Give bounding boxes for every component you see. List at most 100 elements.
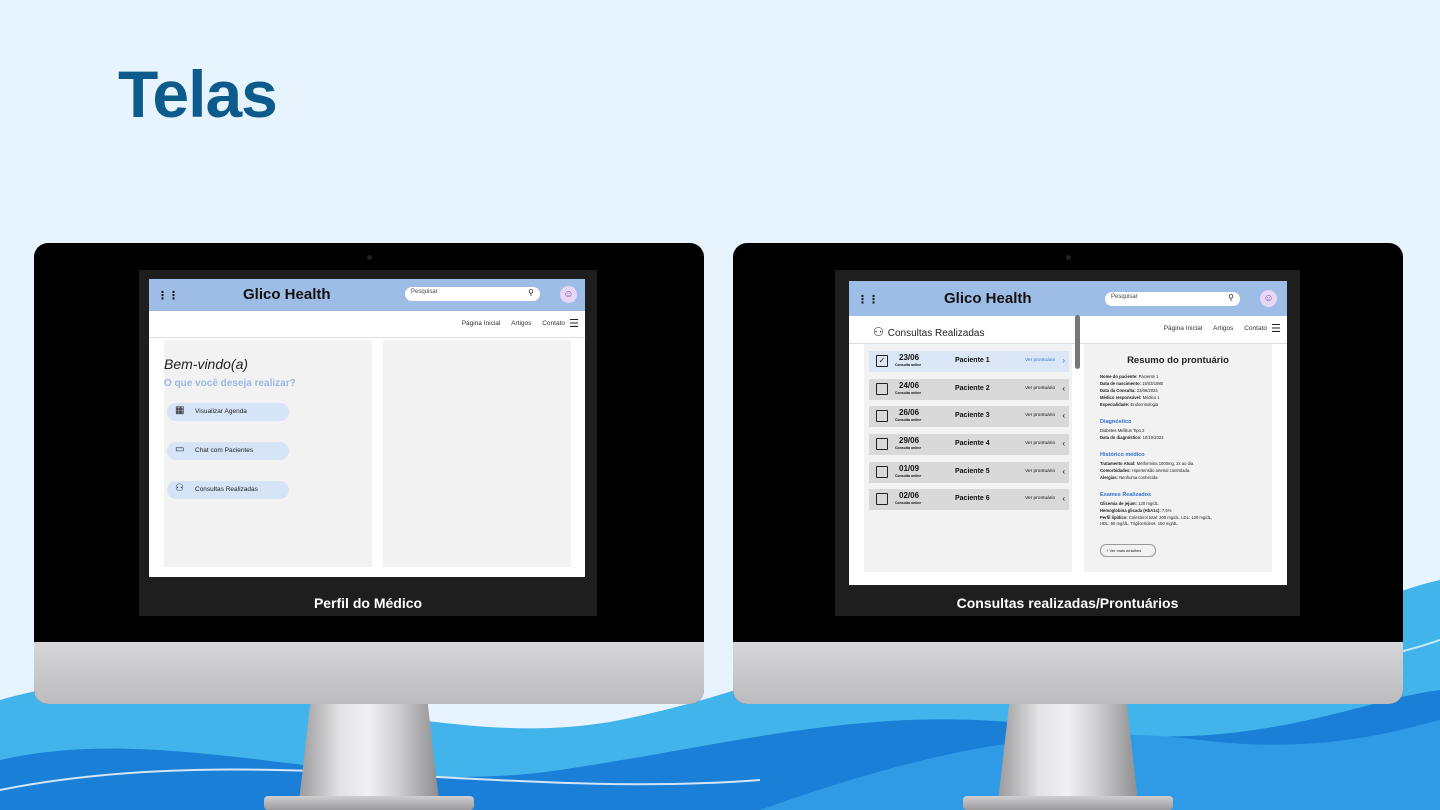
consultation-row[interactable]: 24/06 Consulta online Paciente 2 Ver pro… (869, 379, 1069, 400)
exam-line: Perfil lipídico: Colesterol total: 200 m… (1100, 515, 1213, 526)
search-icon: ⚲ (528, 288, 534, 297)
checkbox-icon[interactable] (876, 438, 888, 450)
consultation-row[interactable]: 01/09 Consulta online Paciente 5 Ver pro… (869, 462, 1069, 483)
patient-name: Paciente 4 (955, 440, 990, 447)
camera-dot (367, 255, 372, 260)
right-panel (383, 340, 571, 567)
page-heading-label: Consultas Realizadas (887, 328, 985, 339)
consultation-type: Consulta online (895, 474, 922, 478)
summary-info-line: Médico responsável: Médico 1 (1100, 395, 1160, 400)
view-record-link[interactable]: Ver prontuário (1025, 469, 1055, 474)
view-record-link[interactable]: Ver prontuário (1025, 441, 1055, 446)
consultation-row[interactable]: 26/06 Consulta online Paciente 3 Ver pro… (869, 406, 1069, 427)
checkbox-checked-icon[interactable]: ✓ (876, 355, 888, 367)
consultation-type: Consulta online (895, 418, 922, 422)
nav-link-articles[interactable]: Artigos (511, 320, 531, 327)
consultation-type: Consulta online (895, 501, 922, 505)
screen-caption: Consultas realizadas/Prontuários (956, 595, 1179, 611)
nav-bar: ⚇ Consultas Realizadas Página Inicial Art… (849, 316, 1287, 344)
screen-caption: Perfil do Médico (313, 595, 423, 611)
checkbox-icon[interactable] (876, 410, 888, 422)
summary-info-line: Data de nascimento: 15/03/1980 (1100, 381, 1164, 386)
top-bar: ⋮⋮ Glico Health Pesquisar ⚲ ☺ (149, 279, 585, 311)
brand-title: Glico Health (944, 290, 1032, 307)
monitor-stand (998, 704, 1138, 802)
monitor-base (264, 796, 474, 810)
view-schedule-label: Visualizar Agenda (195, 408, 247, 415)
see-more-details-button[interactable]: + Ver mais detalhes (1100, 544, 1156, 557)
chevron-left-icon: ‹ (1062, 384, 1065, 393)
scrollbar[interactable] (1075, 315, 1080, 369)
calendar-icon: ▦ (175, 405, 185, 416)
completed-consultations-button[interactable]: ⚇ Consultas Realizadas (167, 481, 289, 499)
monitor-chin (733, 642, 1403, 704)
summary-info-line: Data da Consulta: 23/06/2024 (1100, 388, 1158, 393)
history-line: Tratamento Atual: Metformina 1000mg, 2x … (1100, 461, 1195, 466)
consultation-date: 24/06 (899, 381, 920, 390)
patient-name: Paciente 3 (955, 412, 990, 419)
search-input[interactable]: Pesquisar ⚲ (1105, 292, 1240, 306)
chevron-left-icon: ‹ (1062, 494, 1065, 503)
patient-name: Paciente 2 (955, 385, 990, 392)
consultation-row[interactable]: 29/06 Consulta online Paciente 4 Ver pro… (869, 434, 1069, 455)
consultation-row[interactable]: ✓ 23/06 Consulta online Paciente 1 Ver p… (869, 351, 1069, 372)
chat-patients-button[interactable]: ▭ Chat com Pacientes (167, 442, 289, 460)
chat-icon: ▭ (175, 444, 185, 455)
app-window: ⋮⋮ Glico Health Pesquisar ⚲ ☺ ⚇ Consultas… (849, 281, 1287, 585)
completed-consultations-label: Consultas Realizadas (195, 486, 258, 493)
consultation-row[interactable]: 02/06 Consulta online Paciente 6 Ver pro… (869, 489, 1069, 510)
chevron-left-icon: ‹ (1062, 411, 1065, 420)
consultation-type: Consulta online (895, 391, 922, 395)
welcome-heading: Bem-vindo(a) (164, 356, 249, 372)
nav-link-home[interactable]: Página Inicial (1164, 325, 1203, 332)
checkbox-icon[interactable] (876, 383, 888, 395)
screen-consultas: ⋮⋮ Glico Health Pesquisar ⚲ ☺ ⚇ Consultas… (835, 270, 1300, 616)
summary-info-line: Especialidade: Endocrinologia (1100, 402, 1159, 407)
figma-logo-icon: ⋮⋮ (857, 294, 879, 306)
screen-perfil-medico: ⋮⋮ Glico Health Pesquisar ⚲ ☺ Página Ini… (139, 270, 597, 616)
chat-patients-label: Chat com Pacientes (195, 447, 254, 454)
chevron-left-icon: ‹ (1062, 467, 1065, 476)
patient-name: Paciente 1 (955, 357, 990, 364)
hamburger-menu-icon[interactable]: ☰ (569, 317, 579, 330)
view-schedule-button[interactable]: ▦ Visualizar Agenda (167, 403, 289, 421)
consultation-date: 26/06 (899, 408, 920, 417)
brand-title: Glico Health (243, 286, 331, 303)
history-line: Comorbidades: Hipertensão arterial contr… (1100, 468, 1191, 473)
search-icon: ⚲ (1228, 293, 1234, 302)
user-avatar-icon[interactable]: ☺ (560, 286, 577, 303)
view-record-link[interactable]: Ver prontuário (1025, 496, 1055, 501)
checkbox-icon[interactable] (876, 466, 888, 478)
monitor-frame: ⋮⋮ Glico Health Pesquisar ⚲ ☺ Página Ini… (34, 243, 704, 704)
monitor-frame: ⋮⋮ Glico Health Pesquisar ⚲ ☺ ⚇ Consultas… (733, 243, 1403, 704)
view-record-link[interactable]: Ver prontuário (1025, 386, 1055, 391)
search-input[interactable]: Pesquisar ⚲ (405, 287, 540, 301)
consultation-date: 01/09 (899, 464, 920, 473)
diagnosis-heading: Diagnóstico (1100, 419, 1132, 425)
slide-title: Telas (118, 57, 278, 131)
consultation-type: Consulta online (895, 363, 922, 367)
nav-link-home[interactable]: Página Inicial (462, 320, 501, 327)
history-line: Alergias: Nenhuma conhecida. (1100, 475, 1159, 480)
nav-bar: Página Inicial Artigos Contato ☰ (149, 311, 585, 338)
history-heading: Histórico médico (1100, 452, 1145, 458)
hamburger-menu-icon[interactable]: ☰ (1271, 322, 1281, 335)
chevron-right-icon: › (1062, 356, 1065, 365)
search-placeholder: Pesquisar (411, 289, 438, 295)
summary-title: Resumo do prontuário (1127, 355, 1229, 366)
patient-name: Paciente 5 (955, 468, 990, 475)
exam-line: Glicemia de jejum: 120 mg/dL. (1100, 501, 1160, 506)
nav-link-articles[interactable]: Artigos (1213, 325, 1233, 332)
user-avatar-icon[interactable]: ☺ (1260, 290, 1277, 307)
user-check-icon: ⚇ (175, 483, 184, 494)
summary-info-line: Nome do paciente: Paciente 1 (1100, 374, 1159, 379)
chevron-left-icon: ‹ (1062, 439, 1065, 448)
view-record-link[interactable]: Ver prontuário (1025, 413, 1055, 418)
view-record-link[interactable]: Ver prontuário (1025, 358, 1055, 363)
search-placeholder: Pesquisar (1111, 294, 1138, 300)
nav-link-contact[interactable]: Contato (1244, 325, 1267, 332)
page-heading: ⚇ Consultas Realizadas (873, 325, 984, 339)
question-text: O que você deseja realizar? (164, 378, 296, 389)
checkbox-icon[interactable] (876, 493, 888, 505)
nav-link-contact[interactable]: Contato (542, 320, 565, 327)
